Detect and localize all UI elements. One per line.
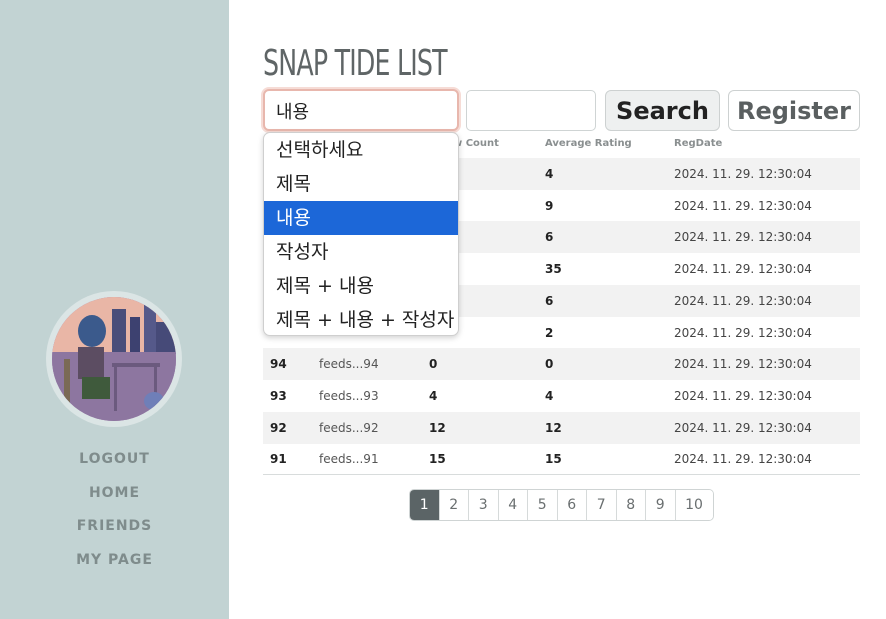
page-5[interactable]: 5 xyxy=(528,490,558,520)
row-title: feeds...92 xyxy=(319,420,379,435)
pagination: 1 2 3 4 5 6 7 8 9 10 xyxy=(409,489,714,521)
row-average-rating: 35 xyxy=(545,262,562,277)
row-number: 94 xyxy=(270,357,287,372)
row-number: 91 xyxy=(270,452,287,467)
search-button[interactable]: Search xyxy=(605,90,720,131)
row-view-count: 12 xyxy=(429,420,446,435)
dropdown-option[interactable]: 제목 + 내용 + 작성자 xyxy=(264,303,458,335)
row-average-rating: 2 xyxy=(545,325,554,340)
row-title: feeds...93 xyxy=(319,388,379,403)
row-title: feeds...94 xyxy=(319,357,379,372)
nav-my-page[interactable]: MY PAGE xyxy=(0,552,229,568)
table-row[interactable]: 91 feeds...91 15 15 2024. 11. 29. 12:30:04 xyxy=(263,443,860,475)
nav-logout[interactable]: LOGOUT xyxy=(0,451,229,467)
row-average-rating: 6 xyxy=(545,230,554,245)
page-4[interactable]: 4 xyxy=(498,490,528,520)
page-7[interactable]: 7 xyxy=(587,490,617,520)
row-regdate: 2024. 11. 29. 12:30:04 xyxy=(674,230,812,245)
dropdown-option[interactable]: 제목 xyxy=(264,167,458,201)
row-view-count: 0 xyxy=(429,357,438,372)
page-1[interactable]: 1 xyxy=(410,490,440,520)
nav-friends[interactable]: FRIENDS xyxy=(0,518,229,534)
search-type-dropdown: 선택하세요 제목 내용 작성자 제목 + 내용 제목 + 내용 + 작성자 xyxy=(263,132,459,336)
row-average-rating: 12 xyxy=(545,420,562,435)
row-average-rating: 4 xyxy=(545,388,554,403)
row-regdate: 2024. 11. 29. 12:30:04 xyxy=(674,420,812,435)
page-9[interactable]: 9 xyxy=(646,490,676,520)
register-button[interactable]: Register xyxy=(728,90,860,131)
table-row[interactable]: 93 feeds...93 4 4 2024. 11. 29. 12:30:04 xyxy=(263,380,860,412)
row-average-rating: 9 xyxy=(545,198,554,213)
page-8[interactable]: 8 xyxy=(616,490,646,520)
table-row[interactable]: 92 feeds...92 12 12 2024. 11. 29. 12:30:04 xyxy=(263,411,860,444)
page-10[interactable]: 10 xyxy=(675,490,713,520)
dropdown-option[interactable]: 작성자 xyxy=(264,235,458,269)
row-view-count: 15 xyxy=(429,452,446,467)
avatar-image xyxy=(52,297,176,421)
dropdown-option[interactable]: 제목 + 내용 xyxy=(264,269,458,303)
row-average-rating: 0 xyxy=(545,357,554,372)
row-regdate: 2024. 11. 29. 12:30:04 xyxy=(674,198,812,213)
page-6[interactable]: 6 xyxy=(557,490,587,520)
row-average-rating: 15 xyxy=(545,452,562,467)
dropdown-option[interactable]: 내용 xyxy=(264,201,458,235)
search-type-select[interactable]: 내용 xyxy=(263,89,459,131)
row-average-rating: 6 xyxy=(545,293,554,308)
row-regdate: 2024. 11. 29. 12:30:04 xyxy=(674,293,812,308)
row-regdate: 2024. 11. 29. 12:30:04 xyxy=(674,262,812,277)
page-title: SNAP TIDE LIST xyxy=(263,43,448,84)
table-row[interactable]: 94 feeds...94 0 0 2024. 11. 29. 12:30:04 xyxy=(263,348,860,381)
row-number: 93 xyxy=(270,388,287,403)
header-regdate: RegDate xyxy=(674,138,723,149)
avatar[interactable] xyxy=(46,291,182,427)
row-view-count: 4 xyxy=(429,388,438,403)
row-title: feeds...91 xyxy=(319,452,379,467)
row-regdate: 2024. 11. 29. 12:30:04 xyxy=(674,167,812,181)
header-view-count: w Count xyxy=(453,138,499,149)
row-regdate: 2024. 11. 29. 12:30:04 xyxy=(674,325,812,340)
page-2[interactable]: 2 xyxy=(439,490,469,520)
header-average-rating: Average Rating xyxy=(545,138,632,149)
dropdown-option[interactable]: 선택하세요 xyxy=(264,133,458,167)
sidebar: LOGOUT HOME FRIENDS MY PAGE xyxy=(0,0,229,619)
page-3[interactable]: 3 xyxy=(469,490,499,520)
search-input[interactable] xyxy=(466,90,596,131)
row-average-rating: 4 xyxy=(545,167,554,181)
row-regdate: 2024. 11. 29. 12:30:04 xyxy=(674,357,812,372)
table-divider xyxy=(263,474,860,475)
row-regdate: 2024. 11. 29. 12:30:04 xyxy=(674,452,812,467)
nav-home[interactable]: HOME xyxy=(0,485,229,501)
row-regdate: 2024. 11. 29. 12:30:04 xyxy=(674,388,812,403)
row-number: 92 xyxy=(270,420,287,435)
